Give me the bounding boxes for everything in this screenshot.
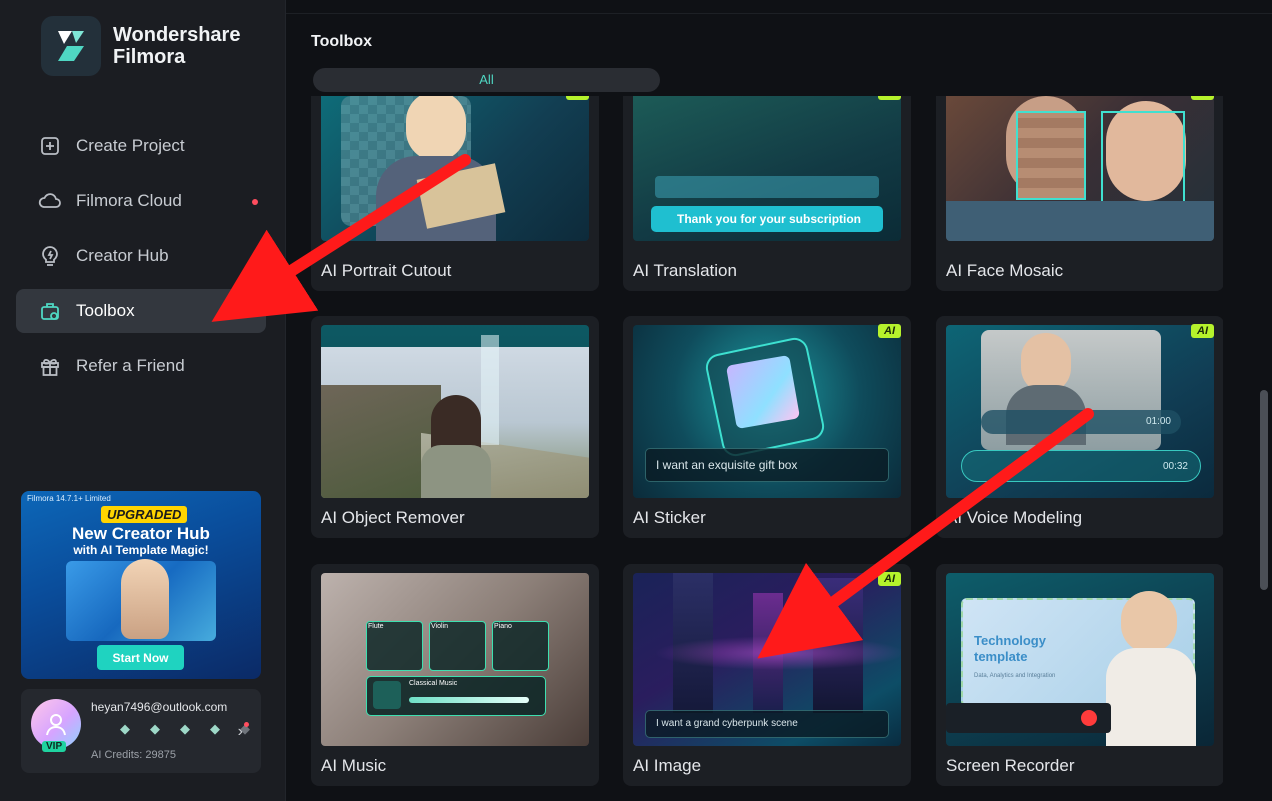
tool-card-ai-translation[interactable]: Thank you for your subscription AI AI Tr… (623, 96, 911, 291)
tool-card-screen-recorder[interactable]: Technology template Data, Analytics and … (936, 564, 1223, 786)
promo-subtitle: with AI Template Magic! (73, 543, 209, 557)
sidebar-item-label: Creator Hub (76, 246, 169, 265)
card-thumbnail: Flute Violin Piano Classical Music (321, 573, 589, 746)
sidebar: Wondershare Filmora Create Project Filmo… (0, 0, 286, 801)
card-thumbnail (946, 96, 1214, 241)
promo-tag: UPGRADED (101, 506, 188, 523)
toolbox-icon (38, 299, 62, 323)
vip-badge: VIP (42, 741, 67, 752)
top-divider (286, 13, 1272, 14)
diamond-icon: ◆ (180, 721, 190, 736)
card-label: AI Sticker (633, 508, 706, 527)
account-email: heyan7496@outlook.com (91, 700, 228, 714)
promo-small-text: Filmora 14.7.1+ Limited (27, 494, 111, 503)
record-icon (1081, 710, 1097, 726)
card-thumbnail: I want a grand cyberpunk scene (633, 573, 901, 746)
bulb-icon (38, 244, 62, 268)
card-label: AI Voice Modeling (946, 508, 1083, 527)
brand[interactable]: Wondershare Filmora (41, 16, 240, 76)
sidebar-item-filmora-cloud[interactable]: Filmora Cloud (16, 179, 266, 223)
tool-grid: AI AI Portrait Cutout Thank you for your… (311, 96, 1223, 801)
gift-icon (38, 354, 62, 378)
tool-card-ai-portrait-cutout[interactable]: AI AI Portrait Cutout (311, 96, 599, 291)
instrument-piano: Piano (494, 623, 512, 630)
sidebar-item-label: Toolbox (76, 301, 135, 320)
diamond-icon: ◆ (210, 721, 220, 736)
card-label: AI Translation (633, 261, 737, 280)
instrument-violin: Violin (431, 623, 448, 630)
tool-card-ai-voice-modeling[interactable]: 01:00 00:32 AI AI Voice Modeling (936, 316, 1223, 538)
notification-dot (252, 199, 258, 205)
promo-title: New Creator Hub (72, 524, 210, 543)
brand-line-2: Filmora (113, 46, 186, 68)
ai-badge: AI (878, 572, 901, 586)
sticker-prompt: I want an exquisite gift box (645, 448, 889, 482)
notification-dot (244, 722, 249, 727)
slide-title: Technology template (974, 633, 1046, 664)
card-label: AI Object Remover (321, 508, 465, 527)
tab-all[interactable]: All (313, 68, 660, 92)
filmora-logo-icon (41, 16, 101, 76)
card-thumbnail (321, 96, 589, 241)
member-badges: ◆ ◆ ◆ ◆ ◆ (120, 722, 254, 736)
tool-card-ai-sticker[interactable]: I want an exquisite gift box AI AI Stick… (623, 316, 911, 538)
ai-badge: AI (878, 324, 901, 338)
ai-badge: AI (1191, 324, 1214, 338)
start-now-button[interactable]: Start Now (97, 645, 184, 670)
diamond-icon: ◆ (120, 721, 130, 736)
instrument-flute: Flute (368, 623, 384, 630)
tool-card-ai-music[interactable]: Flute Violin Piano Classical Music AI Mu… (311, 564, 599, 786)
ai-badge: AI (1191, 96, 1214, 100)
card-label: AI Face Mosaic (946, 261, 1064, 280)
notification-dot (252, 254, 258, 260)
tool-card-ai-object-remover[interactable]: AI Object Remover (311, 316, 599, 538)
sidebar-item-toolbox[interactable]: Toolbox (16, 289, 266, 333)
sidebar-item-creator-hub[interactable]: Creator Hub (16, 234, 266, 278)
sidebar-nav: Create Project Filmora Cloud Creator Hub… (16, 124, 266, 399)
card-label: Screen Recorder (946, 756, 1075, 775)
brand-line-1: Wondershare (113, 24, 241, 46)
card-thumbnail: Technology template Data, Analytics and … (946, 573, 1214, 746)
slide-subtitle: Data, Analytics and Integration (974, 673, 1056, 679)
diamond-icon: ◆ (150, 721, 160, 736)
tool-card-ai-image[interactable]: I want a grand cyberpunk scene AI AI Ima… (623, 564, 911, 786)
sidebar-item-label: Filmora Cloud (76, 191, 182, 210)
account-panel[interactable]: VIP heyan7496@outlook.com ◆ ◆ ◆ ◆ ◆ › AI… (21, 689, 261, 773)
image-prompt: I want a grand cyberpunk scene (645, 710, 889, 738)
promo-portrait (121, 559, 169, 639)
card-label: AI Music (321, 756, 387, 775)
sidebar-item-label: Create Project (76, 136, 185, 155)
card-label: AI Portrait Cutout (321, 261, 452, 280)
card-thumbnail: 01:00 00:32 (946, 325, 1214, 498)
sidebar-item-label: Refer a Friend (76, 356, 185, 375)
voice-time-1: 01:00 (981, 410, 1181, 434)
chevron-right-icon[interactable]: › (238, 723, 243, 741)
card-thumbnail (321, 325, 589, 498)
music-track: Classical Music (409, 680, 458, 687)
sidebar-item-refer-a-friend[interactable]: Refer a Friend (16, 344, 266, 388)
scrollbar[interactable] (1260, 390, 1268, 590)
cloud-icon (38, 189, 62, 213)
ai-credits: AI Credits: 29875 (91, 749, 176, 761)
card-label: AI Image (633, 756, 702, 775)
card-thumbnail: Thank you for your subscription (633, 96, 901, 241)
card-thumbnail: I want an exquisite gift box (633, 325, 901, 498)
voice-time-2: 00:32 (961, 450, 1201, 482)
translation-subtitle: Thank you for your subscription (651, 206, 883, 232)
page-title: Toolbox (311, 33, 373, 50)
tool-card-ai-face-mosaic[interactable]: AI AI Face Mosaic (936, 96, 1223, 291)
ai-badge: AI (566, 96, 589, 100)
ai-badge: AI (878, 96, 901, 100)
sidebar-item-create-project[interactable]: Create Project (16, 124, 266, 168)
brand-name: Wondershare Filmora (113, 24, 240, 68)
promo-banner[interactable]: Filmora 14.7.1+ Limited UPGRADED New Cre… (21, 491, 261, 679)
plus-square-icon (38, 134, 62, 158)
